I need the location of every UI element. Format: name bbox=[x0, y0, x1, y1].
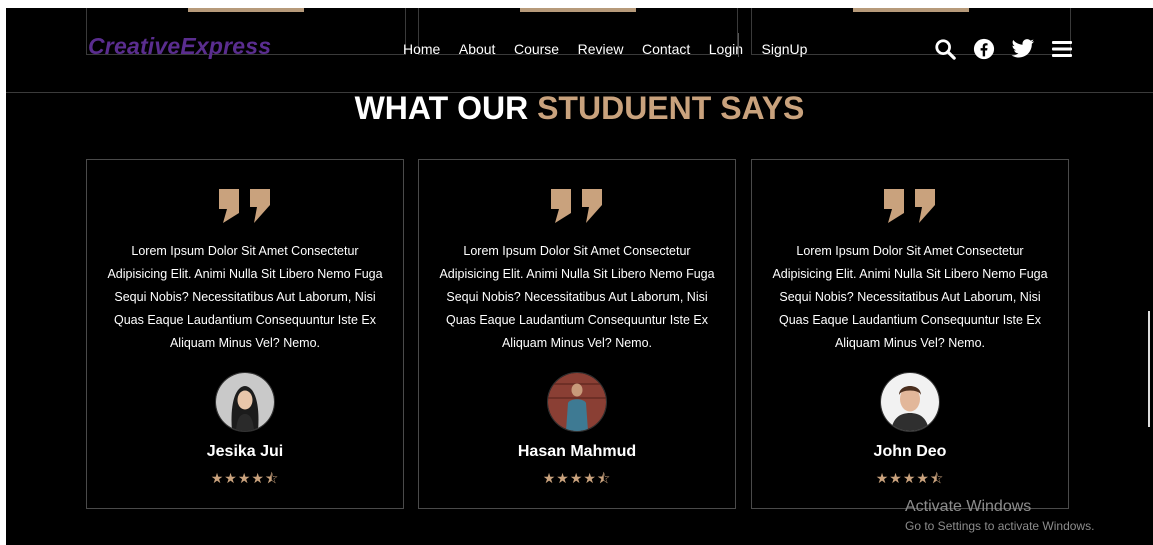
testimonial-text: Lorem Ipsum Dolor Sit Amet Consectetur A… bbox=[772, 244, 1048, 350]
avatar bbox=[880, 372, 940, 432]
brand-logo[interactable]: CreativeExpress bbox=[88, 33, 271, 60]
scroll-edge bbox=[1148, 311, 1153, 427]
reviewer-name: Hasan Mahmud bbox=[517, 443, 637, 460]
star-icon: ★ bbox=[889, 470, 903, 486]
star-icon: ★ bbox=[875, 470, 890, 486]
nav-about[interactable]: About bbox=[459, 41, 496, 57]
star-icon: ★ bbox=[583, 470, 597, 486]
avatar bbox=[215, 372, 275, 432]
nav-course[interactable]: Course bbox=[514, 41, 559, 57]
star-icon: ★ bbox=[237, 470, 252, 486]
nav-signup[interactable]: SignUp bbox=[762, 41, 808, 57]
testimonial-text: Lorem Ipsum Dolor Sit Amet Consectetur A… bbox=[107, 244, 383, 350]
star-icon: ★ bbox=[556, 470, 570, 486]
nav-divider bbox=[738, 33, 739, 57]
quote-icon bbox=[551, 185, 603, 230]
reviewer-name: John Deo bbox=[873, 443, 947, 460]
star-icon: ★ bbox=[569, 470, 584, 486]
star-icon: ★ bbox=[224, 470, 238, 486]
main-nav: Home About Course Review Contact Login S… bbox=[403, 41, 826, 57]
star-half-icon: ⯪ bbox=[264, 470, 280, 486]
testimonial-card: Lorem Ipsum Dolor Sit Amet Consectetur A… bbox=[86, 159, 404, 509]
twitter-icon[interactable] bbox=[1009, 36, 1037, 62]
facebook-icon[interactable] bbox=[970, 36, 998, 62]
section-title-main: WHAT OUR bbox=[354, 90, 538, 126]
section-title: WHAT OUR STUDUENT SAYS bbox=[6, 90, 1153, 127]
star-half-icon: ⯪ bbox=[929, 470, 945, 486]
reviewer-name: Jesika Jui bbox=[206, 443, 284, 460]
star-icon: ★ bbox=[902, 470, 917, 486]
nav-contact[interactable]: Contact bbox=[642, 41, 690, 57]
star-half-icon: ⯪ bbox=[596, 470, 612, 486]
star-icon: ★ bbox=[916, 470, 930, 486]
watermark-subtitle: Go to Settings to activate Windows. bbox=[905, 519, 1095, 533]
testimonial-card: Lorem Ipsum Dolor Sit Amet Consectetur A… bbox=[751, 159, 1069, 509]
testimonial-card: Lorem Ipsum Dolor Sit Amet Consectetur A… bbox=[418, 159, 736, 509]
search-icon[interactable] bbox=[931, 36, 959, 62]
avatar bbox=[547, 372, 607, 432]
page: CreativeExpress Home About Course Review… bbox=[6, 8, 1153, 545]
windows-activation-watermark: Activate Windows Go to Settings to activ… bbox=[905, 498, 1094, 533]
testimonial-text: Lorem Ipsum Dolor Sit Amet Consectetur A… bbox=[439, 244, 715, 350]
star-rating: ★★★★⯪ bbox=[752, 468, 1068, 492]
star-icon: ★ bbox=[542, 470, 557, 486]
watermark-title: Activate Windows bbox=[905, 498, 1032, 515]
nav-home[interactable]: Home bbox=[403, 41, 440, 57]
quote-icon bbox=[219, 185, 271, 230]
section-title-accent: STUDUENT SAYS bbox=[537, 90, 805, 126]
nav-review[interactable]: Review bbox=[578, 41, 624, 57]
site-header: CreativeExpress Home About Course Review… bbox=[6, 8, 1153, 93]
star-icon: ★ bbox=[251, 470, 265, 486]
star-icon: ★ bbox=[210, 470, 225, 486]
star-rating: ★★★★⯪ bbox=[87, 468, 403, 492]
menu-icon[interactable] bbox=[1048, 36, 1076, 62]
star-rating: ★★★★⯪ bbox=[419, 468, 735, 492]
quote-icon bbox=[884, 185, 936, 230]
header-icons bbox=[931, 36, 1087, 62]
